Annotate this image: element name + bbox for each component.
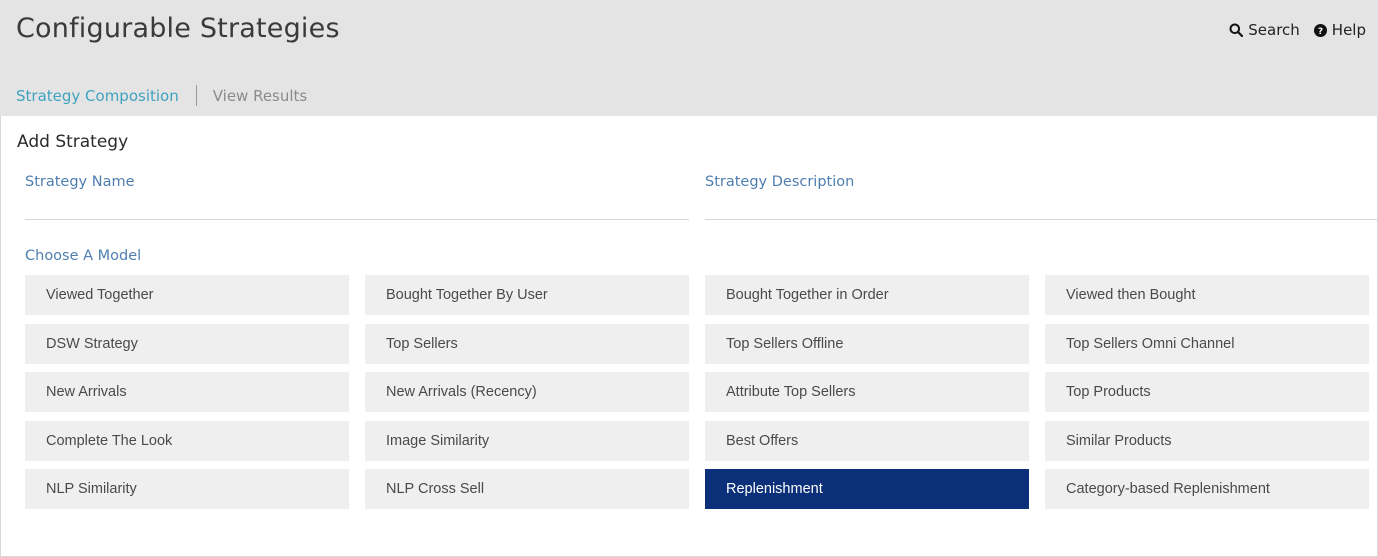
svg-text:?: ? [1318, 27, 1323, 37]
model-option[interactable]: Attribute Top Sellers [705, 372, 1029, 412]
tab-divider [195, 85, 197, 106]
tab-view-results[interactable]: View Results [213, 87, 308, 105]
model-option[interactable]: Top Sellers [365, 323, 689, 364]
model-option[interactable]: Complete The Look [25, 420, 349, 461]
add-strategy-panel: Add Strategy Strategy Name Strategy Desc… [0, 116, 1378, 557]
tab-strategy-composition[interactable]: Strategy Composition [16, 87, 179, 105]
model-option[interactable]: DSW Strategy [25, 323, 349, 364]
help-button[interactable]: ? Help [1313, 21, 1366, 39]
question-circle-icon: ? [1313, 23, 1327, 37]
tab-bar: Strategy Composition View Results [16, 85, 307, 106]
model-option[interactable]: Top Sellers Omni Channel [1045, 323, 1369, 364]
model-option[interactable]: NLP Similarity [25, 469, 349, 509]
model-option[interactable]: Category-based Replenishment [1045, 469, 1369, 509]
section-title: Add Strategy [17, 132, 129, 152]
model-option[interactable]: Bought Together By User [365, 275, 689, 315]
model-option[interactable]: Similar Products [1045, 420, 1369, 461]
choose-model-label: Choose A Model [25, 248, 142, 264]
top-actions: Search ? Help [1229, 21, 1366, 39]
model-option[interactable]: Top Products [1045, 372, 1369, 412]
model-option-selected[interactable]: Replenishment [705, 469, 1029, 509]
model-grid: Viewed Together Bought Together By User … [25, 275, 1369, 509]
search-label: Search [1248, 21, 1300, 39]
model-option[interactable]: Image Similarity [365, 420, 689, 461]
strategy-name-input[interactable] [25, 196, 689, 220]
strategy-description-label: Strategy Description [705, 174, 855, 190]
model-option[interactable]: Viewed Together [25, 275, 349, 315]
strategy-description-input[interactable] [705, 196, 1377, 220]
help-label: Help [1331, 21, 1366, 39]
model-option[interactable]: New Arrivals (Recency) [365, 372, 689, 412]
model-option[interactable]: NLP Cross Sell [365, 469, 689, 509]
page-title: Configurable Strategies [16, 13, 340, 44]
model-option[interactable]: Top Sellers Offline [705, 323, 1029, 364]
model-option[interactable]: New Arrivals [25, 372, 349, 412]
search-button[interactable]: Search [1229, 21, 1300, 39]
model-option[interactable]: Viewed then Bought [1045, 275, 1369, 315]
search-icon [1229, 23, 1244, 37]
model-option[interactable]: Bought Together in Order [705, 275, 1029, 315]
strategy-name-label: Strategy Name [25, 174, 135, 190]
model-option[interactable]: Best Offers [705, 420, 1029, 461]
page-header: Configurable Strategies Search ? Help St… [0, 0, 1378, 116]
